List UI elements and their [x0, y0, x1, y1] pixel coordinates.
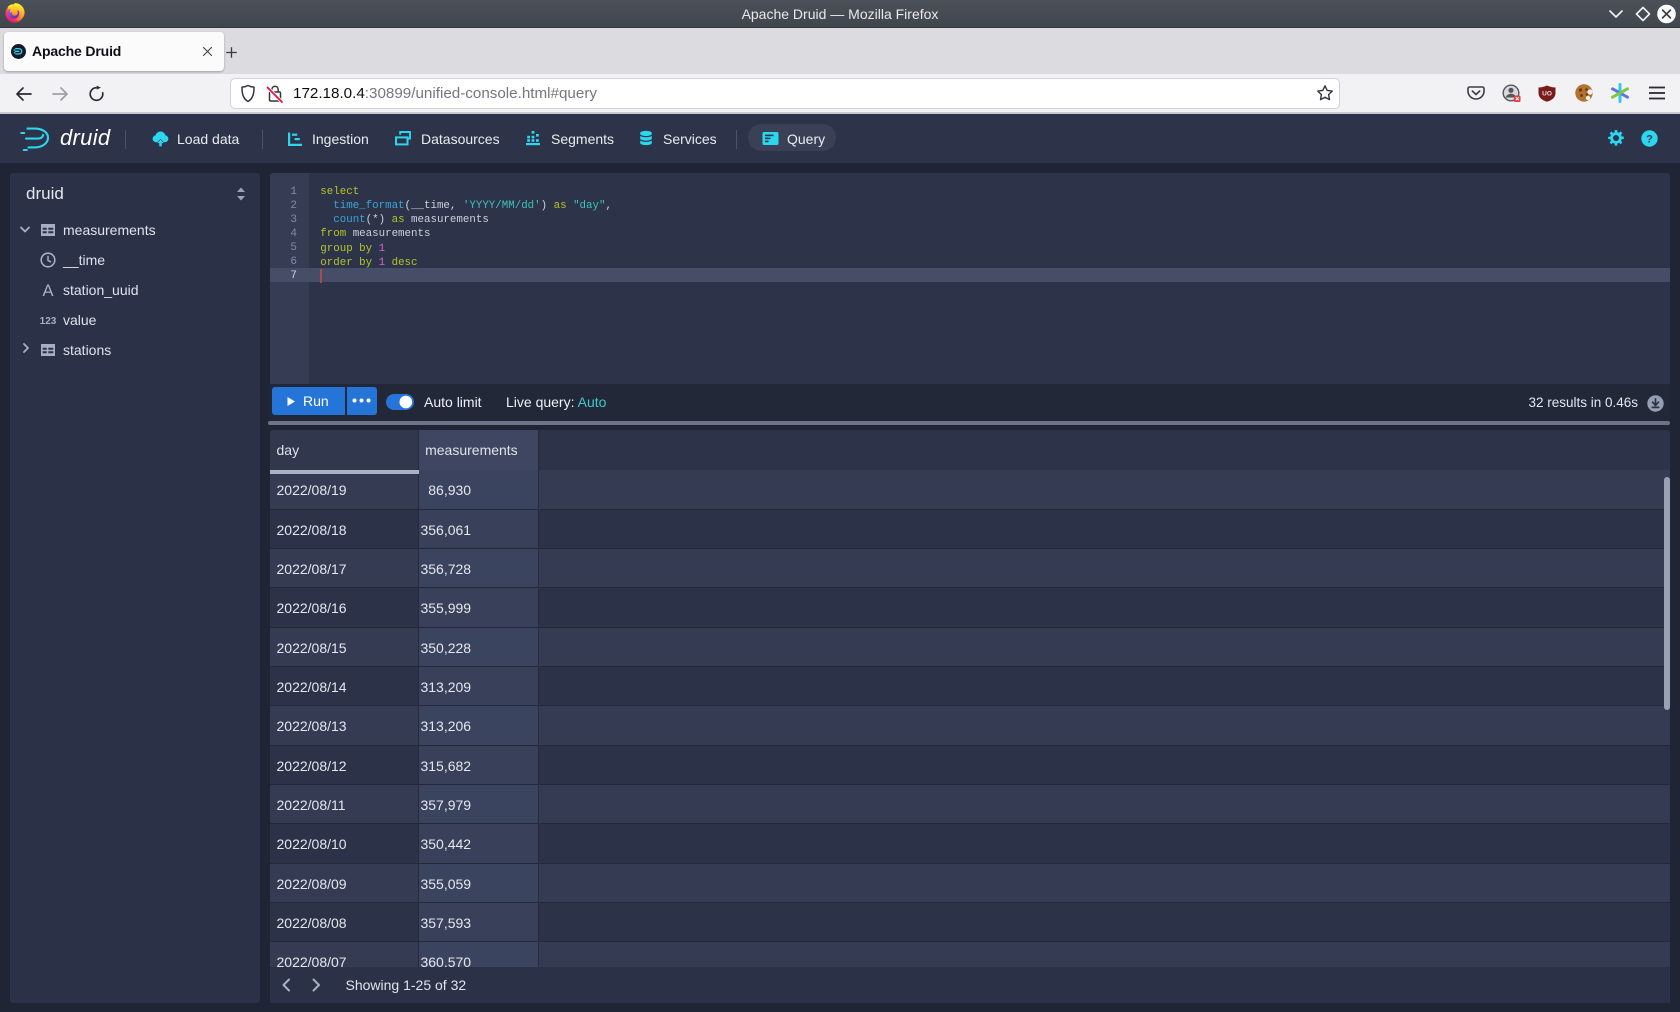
- svg-text:?: ?: [1646, 133, 1653, 145]
- svg-text:A: A: [42, 282, 53, 298]
- svg-text:123: 123: [40, 316, 56, 327]
- svg-text:UO: UO: [1542, 91, 1552, 98]
